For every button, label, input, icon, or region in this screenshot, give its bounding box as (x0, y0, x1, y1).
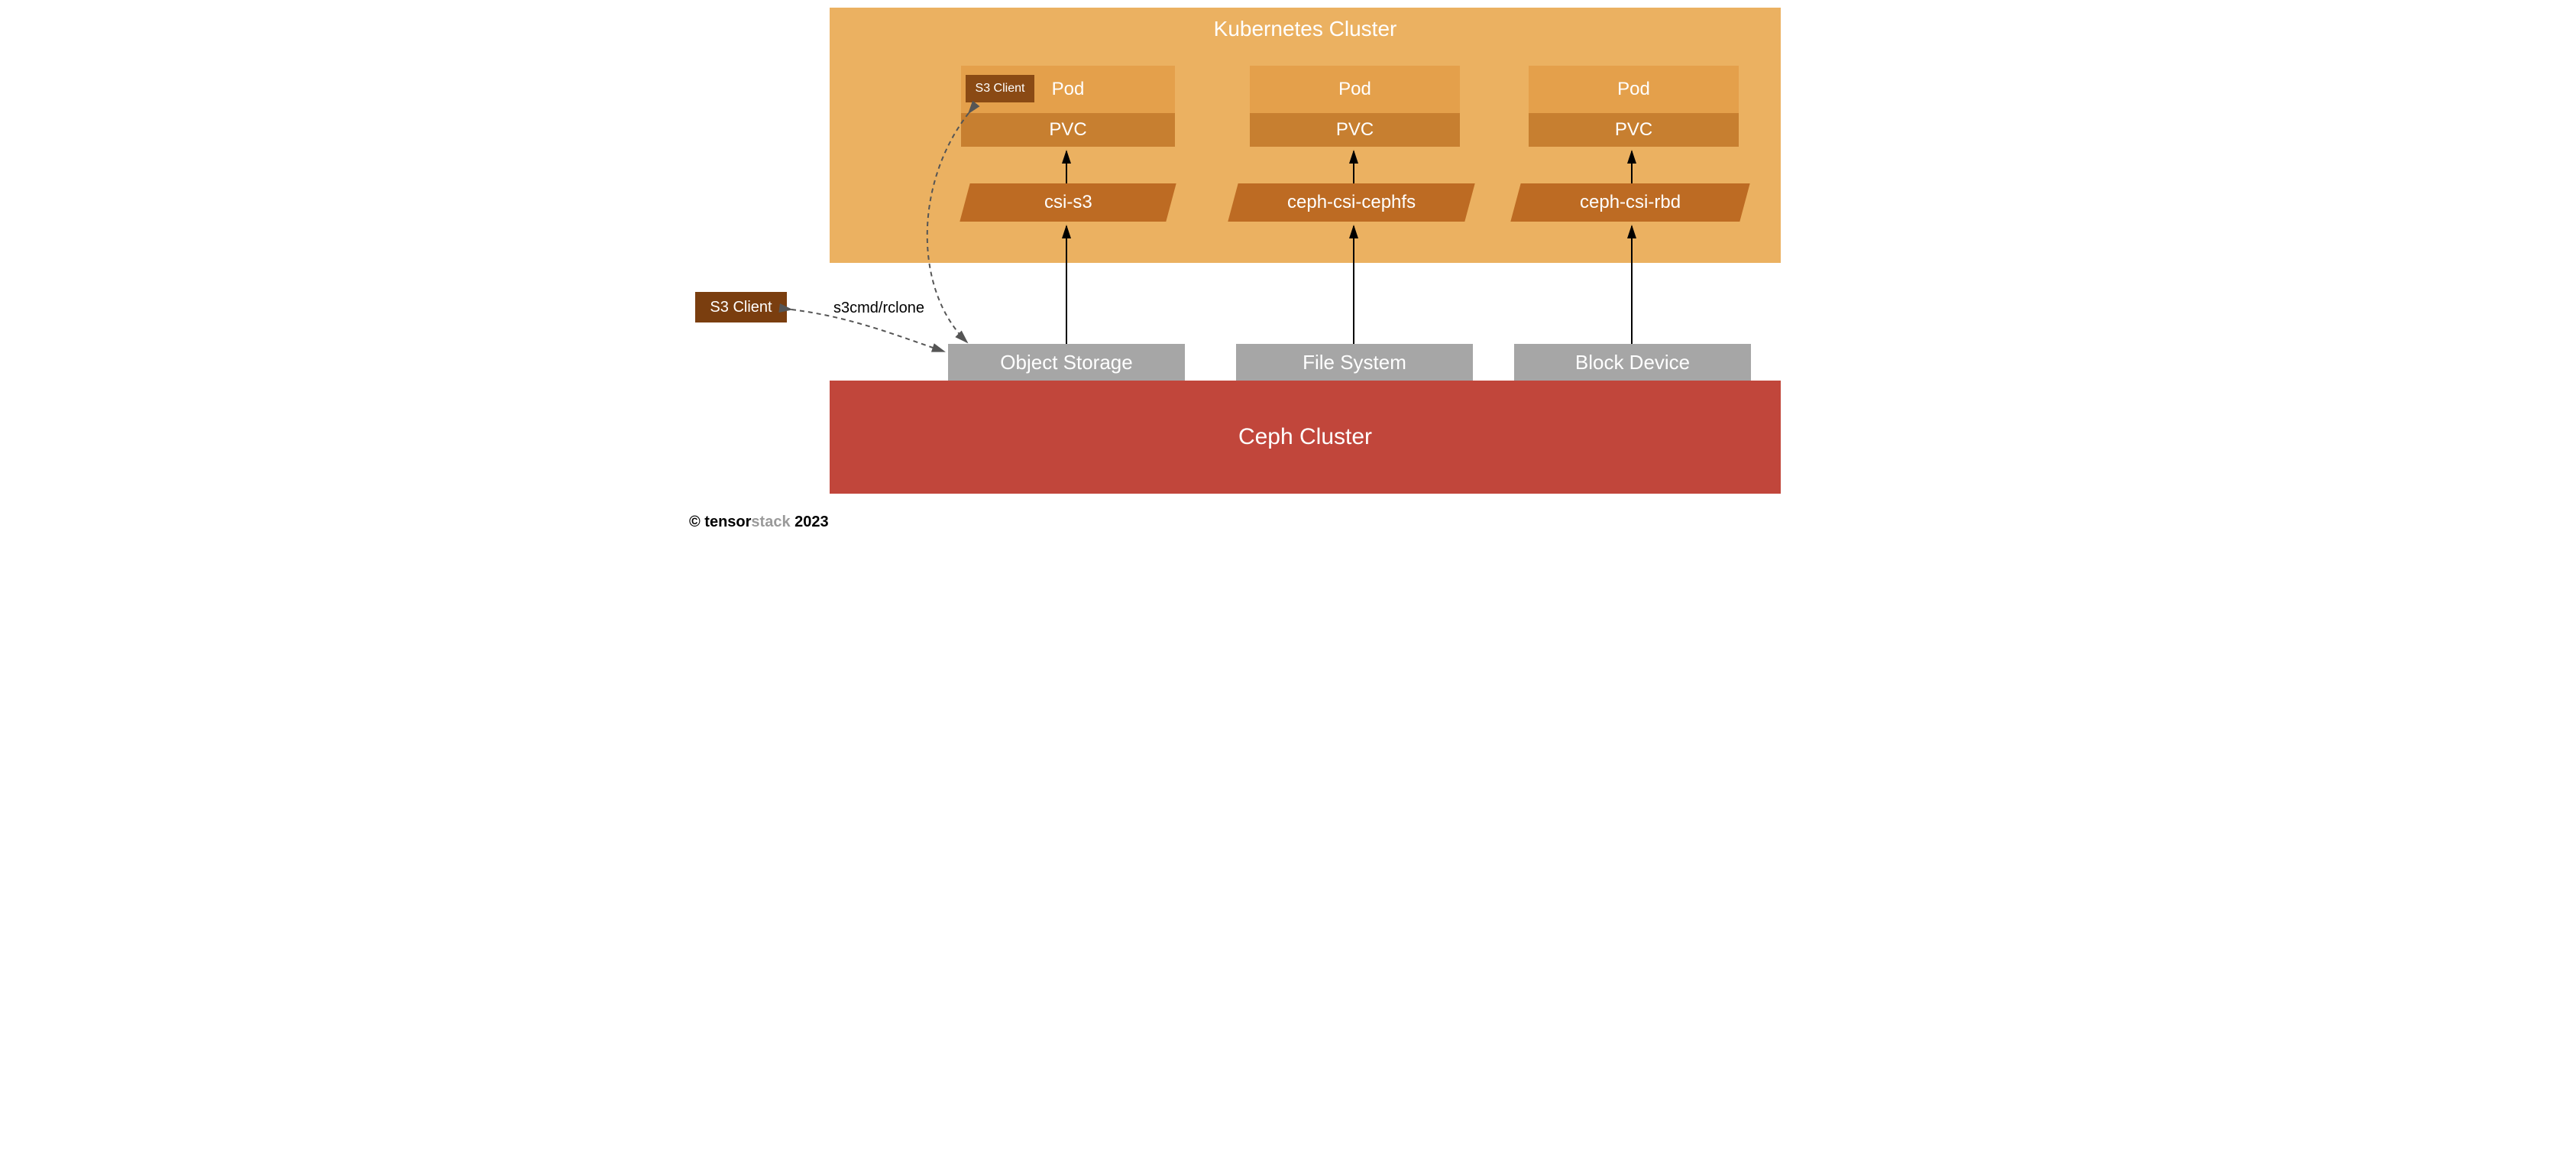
ceph-cluster-title: Ceph Cluster (1238, 424, 1372, 450)
storage-type-block-label: Block Device (1575, 351, 1690, 374)
pvc-box-3: PVC (1529, 113, 1739, 147)
ceph-cluster-box: Ceph Cluster (830, 381, 1781, 494)
csi-driver-1-label: csi-s3 (1044, 192, 1092, 213)
storage-type-block: Block Device (1514, 344, 1751, 381)
pod-box-2: Pod (1250, 66, 1460, 113)
pod-label: Pod (1052, 79, 1085, 100)
copyright-prefix: © tensor (689, 514, 751, 530)
storage-type-object-label: Object Storage (1000, 351, 1132, 374)
pod-label: Pod (1338, 79, 1371, 100)
s3-client-badge-label: S3 Client (976, 82, 1025, 96)
csi-driver-3: ceph-csi-rbd (1510, 183, 1749, 222)
pvc-box-2: PVC (1250, 113, 1460, 147)
copyright-text: © tensorstack 2023 (689, 514, 829, 531)
copyright-suffix: 2023 (791, 514, 829, 530)
storage-type-filesystem-label: File System (1303, 351, 1406, 374)
diagram-canvas: Kubernetes Cluster Pod S3 Client PVC csi… (684, 0, 1892, 550)
csi-driver-2-label: ceph-csi-cephfs (1287, 192, 1416, 213)
pod-box-3: Pod (1529, 66, 1739, 113)
csi-driver-3-label: ceph-csi-rbd (1580, 192, 1681, 213)
copyright-gray: stack (751, 514, 790, 530)
kubernetes-cluster-title: Kubernetes Cluster (830, 17, 1781, 41)
external-s3-client-box: S3 Client (695, 292, 787, 322)
pod-box-1: Pod S3 Client (961, 66, 1175, 113)
pvc-label: PVC (1615, 119, 1652, 141)
csi-driver-1: csi-s3 (960, 183, 1176, 222)
pvc-label: PVC (1336, 119, 1374, 141)
storage-type-object: Object Storage (948, 344, 1185, 381)
external-s3-client-label: S3 Client (710, 299, 772, 316)
storage-type-filesystem: File System (1236, 344, 1473, 381)
pvc-label: PVC (1049, 119, 1086, 141)
s3-client-badge: S3 Client (966, 75, 1034, 102)
pod-label: Pod (1617, 79, 1650, 100)
s3-tools-edge-label: s3cmd/rclone (833, 300, 924, 317)
pvc-box-1: PVC (961, 113, 1175, 147)
csi-driver-2: ceph-csi-cephfs (1228, 183, 1474, 222)
